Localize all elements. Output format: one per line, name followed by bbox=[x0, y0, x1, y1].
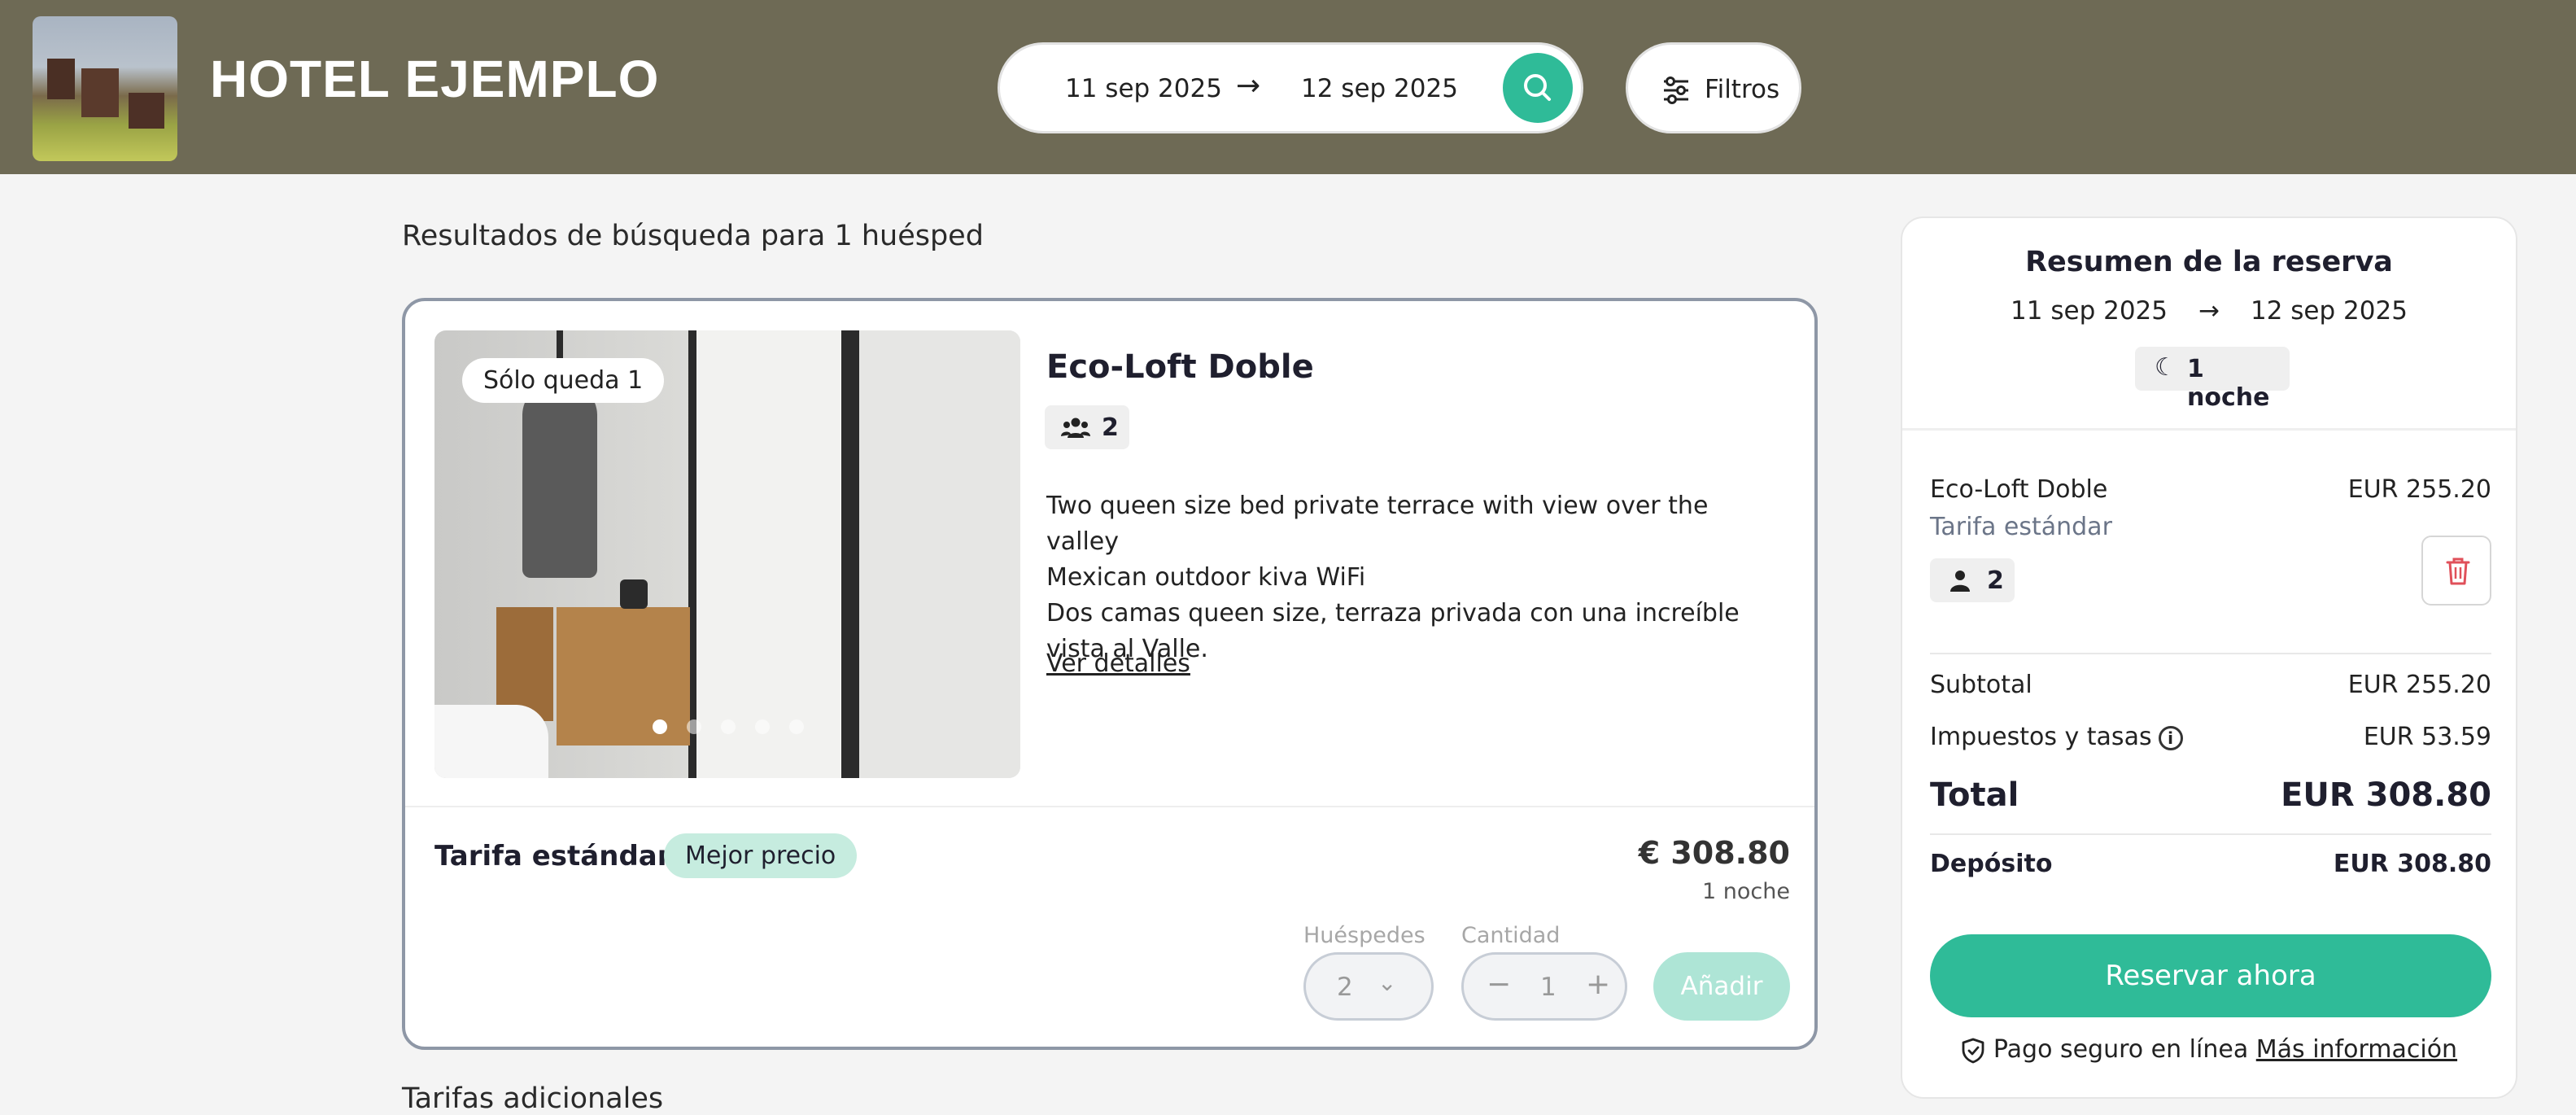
carousel-dot[interactable] bbox=[755, 719, 770, 734]
summary-item-price: EUR 255.20 bbox=[2347, 475, 2491, 504]
info-icon[interactable]: i bbox=[2158, 725, 2183, 750]
arrow-right-icon: → bbox=[2198, 296, 2220, 326]
taxes-row: Impuestos y tasas i EUR 53.59 bbox=[1930, 723, 2491, 751]
remove-item-button[interactable] bbox=[2421, 536, 2491, 606]
summary-check-out: 12 sep 2025 bbox=[2250, 296, 2408, 326]
availability-badge: Sólo queda 1 bbox=[462, 358, 665, 403]
deposit-label: Depósito bbox=[1930, 850, 2053, 878]
secure-text: Pago seguro en línea bbox=[1993, 1035, 2249, 1064]
hotel-logo[interactable] bbox=[33, 16, 177, 161]
carousel-dot[interactable] bbox=[789, 719, 804, 734]
carousel-dot[interactable] bbox=[687, 719, 701, 734]
guests-select-value: 2 bbox=[1337, 973, 1353, 1002]
filters-button[interactable]: Filtros bbox=[1626, 42, 1801, 133]
divider bbox=[1902, 428, 2516, 431]
description-line: Dos camas queen size, terraza privada co… bbox=[1046, 599, 1740, 627]
chevron-down-icon: ⌄ bbox=[1378, 969, 1397, 996]
subtotal-value: EUR 255.20 bbox=[2347, 671, 2491, 699]
capacity-value: 2 bbox=[1102, 413, 1119, 442]
moon-icon: ☾ bbox=[2155, 353, 2177, 382]
summary-title: Resumen de la reserva bbox=[2025, 246, 2393, 278]
add-button[interactable]: Añadir bbox=[1653, 952, 1790, 1021]
rate-nights: 1 noche bbox=[1702, 879, 1790, 904]
total-row: Total EUR 308.80 bbox=[1930, 776, 2491, 814]
more-info-link[interactable]: Más información bbox=[2256, 1035, 2457, 1064]
search-button[interactable] bbox=[1503, 53, 1573, 123]
users-icon bbox=[1061, 418, 1090, 438]
room-name: Eco-Loft Doble bbox=[1046, 348, 1314, 386]
guests-label: Huéspedes bbox=[1303, 923, 1426, 948]
view-details-link[interactable]: Ver detalles bbox=[1046, 649, 1190, 678]
divider bbox=[405, 806, 1814, 807]
taxes-label: Impuestos y tasas bbox=[1930, 723, 2152, 751]
rate-name: Tarifa estándar bbox=[434, 840, 671, 872]
filters-label: Filtros bbox=[1705, 75, 1780, 104]
results-title: Resultados de búsqueda para 1 huésped bbox=[402, 220, 984, 252]
room-card: Sólo queda 1 Eco-Loft Doble 2 Two queen … bbox=[402, 298, 1818, 1050]
deposit-value: EUR 308.80 bbox=[2333, 850, 2491, 878]
carousel-dot[interactable] bbox=[721, 719, 736, 734]
nights-value: 1 noche bbox=[2187, 355, 2270, 412]
total-value: EUR 308.80 bbox=[2281, 776, 2491, 814]
shield-check-icon bbox=[1962, 1038, 1984, 1063]
secure-payment-note: Pago seguro en línea Más información bbox=[1902, 1035, 2516, 1064]
room-description: Two queen size bed private terrace with … bbox=[1046, 488, 1779, 667]
quantity-value: 1 bbox=[1540, 973, 1557, 1002]
decrement-button[interactable]: − bbox=[1487, 968, 1511, 1001]
carousel-dots[interactable] bbox=[653, 719, 804, 734]
quantity-stepper[interactable]: − 1 + bbox=[1461, 952, 1627, 1021]
rate-price: € 308.80 bbox=[1638, 835, 1790, 871]
divider bbox=[1930, 833, 2491, 835]
summary-guests-value: 2 bbox=[1987, 566, 2004, 595]
room-photo-carousel[interactable]: Sólo queda 1 bbox=[434, 330, 1020, 778]
summary-item-rate: Tarifa estándar bbox=[1930, 513, 2112, 541]
check-in-date[interactable]: 11 sep 2025 bbox=[1065, 74, 1222, 103]
total-label: Total bbox=[1930, 776, 2019, 814]
check-out-date[interactable]: 12 sep 2025 bbox=[1301, 74, 1458, 103]
sliders-icon bbox=[1664, 77, 1688, 104]
user-icon bbox=[1950, 571, 1970, 592]
trash-icon bbox=[2446, 558, 2470, 585]
guests-select[interactable]: 2 ⌄ bbox=[1303, 952, 1434, 1021]
quantity-label: Cantidad bbox=[1461, 923, 1561, 948]
increment-button[interactable]: + bbox=[1586, 968, 1610, 1001]
carousel-dot[interactable] bbox=[653, 719, 667, 734]
description-line: Two queen size bed private terrace with … bbox=[1046, 492, 1709, 556]
search-icon bbox=[1524, 74, 1551, 101]
best-price-badge: Mejor precio bbox=[664, 833, 858, 878]
summary-check-in: 11 sep 2025 bbox=[2011, 296, 2168, 326]
capacity-chip: 2 bbox=[1045, 405, 1129, 449]
arrow-right-icon: → bbox=[1236, 69, 1261, 103]
summary-dates: 11 sep 2025 → 12 sep 2025 bbox=[1902, 296, 2516, 326]
deposit-row: Depósito EUR 308.80 bbox=[1930, 850, 2491, 878]
more-rates-heading: Tarifas adicionales bbox=[402, 1082, 664, 1115]
subtotal-row: Subtotal EUR 255.20 bbox=[1930, 671, 2491, 699]
summary-item-row: Eco-Loft Doble EUR 255.20 bbox=[1930, 475, 2491, 504]
subtotal-label: Subtotal bbox=[1930, 671, 2032, 699]
hotel-name: HOTEL EJEMPLO bbox=[210, 50, 660, 108]
book-now-button[interactable]: Reservar ahora bbox=[1930, 934, 2491, 1017]
nights-chip: ☾ 1 noche bbox=[2135, 347, 2290, 412]
booking-summary: Resumen de la reserva 11 sep 2025 → 12 sep… bbox=[1901, 216, 2517, 1099]
divider bbox=[1930, 653, 2491, 654]
taxes-value: EUR 53.59 bbox=[2363, 723, 2491, 751]
date-range-picker[interactable]: 11 sep 2025 → 12 sep 2025 bbox=[998, 42, 1583, 133]
top-header: HOTEL EJEMPLO 11 sep 2025 → 12 sep 2025 … bbox=[0, 0, 2576, 174]
description-line: Mexican outdoor kiva WiFi bbox=[1046, 563, 1366, 592]
summary-item-name: Eco-Loft Doble bbox=[1930, 475, 2108, 504]
summary-guests-chip: 2 bbox=[1930, 558, 2015, 602]
